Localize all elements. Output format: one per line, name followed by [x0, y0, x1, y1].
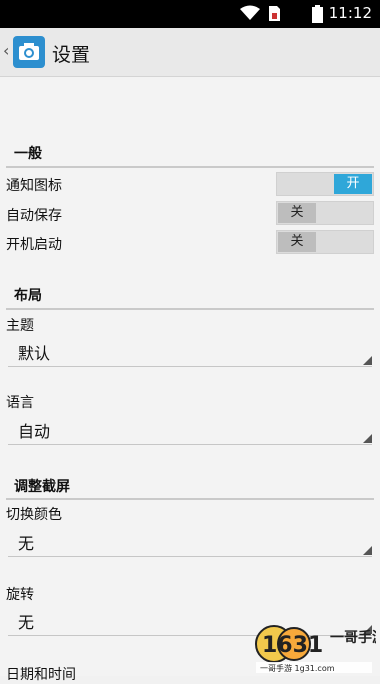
auto-save-toggle[interactable]: 关	[276, 201, 374, 225]
language-value: 自动	[18, 422, 51, 441]
section-divider	[6, 166, 374, 168]
launch-on-boot-toggle[interactable]: 关	[276, 230, 374, 254]
battery-icon	[312, 5, 323, 23]
date-time-label: 日期和时间	[6, 667, 76, 683]
switch-color-value: 无	[18, 534, 35, 553]
watermark-brand: 一哥手游	[330, 629, 376, 646]
status-time: 11:12	[328, 4, 372, 22]
switch-color-spinner[interactable]: 无	[8, 526, 372, 557]
sim-card-icon	[269, 6, 280, 21]
notification-icon-label: 通知图标	[6, 178, 62, 194]
toggle-thumb: 关	[278, 232, 316, 252]
toggle-thumb: 开	[334, 174, 372, 194]
rotate-label: 旋转	[6, 587, 34, 603]
page-title: 设置	[52, 44, 91, 66]
dropdown-caret-icon	[363, 356, 372, 365]
section-divider	[6, 308, 374, 310]
theme-spinner[interactable]: 默认	[8, 336, 372, 367]
watermark-logo: 1631 一哥手游 一哥手游 1g31.com	[255, 625, 376, 673]
watermark-logo-digits: 1631	[262, 633, 323, 658]
toggle-thumb: 关	[278, 203, 316, 223]
switch-color-label: 切换颜色	[6, 507, 62, 523]
back-chevron-icon[interactable]: ‹	[3, 41, 9, 60]
language-label: 语言	[6, 395, 34, 411]
section-layout-title: 布局	[14, 288, 42, 304]
dropdown-caret-icon	[363, 546, 372, 555]
rotate-value: 无	[18, 613, 35, 632]
section-screenshot-title: 调整截屏	[14, 479, 70, 495]
wifi-icon	[240, 5, 260, 20]
settings-list: 一般 通知图标 开 自动保存 关 开机启动 关 布局 主题 默认 语言 自动 调…	[0, 77, 380, 683]
watermark-url: 一哥手游 1g31.com	[260, 663, 335, 673]
auto-save-label: 自动保存	[6, 208, 62, 224]
notification-icon-toggle[interactable]: 开	[276, 172, 374, 196]
action-bar: ‹ 设置	[0, 28, 380, 77]
theme-label: 主题	[6, 318, 34, 334]
dropdown-caret-icon	[363, 434, 372, 443]
section-divider	[6, 498, 374, 500]
theme-value: 默认	[18, 344, 51, 363]
section-general-title: 一般	[14, 146, 42, 162]
camera-app-icon[interactable]	[13, 36, 45, 68]
language-spinner[interactable]: 自动	[8, 414, 372, 445]
status-bar: 11:12	[0, 0, 380, 28]
launch-on-boot-label: 开机启动	[6, 237, 62, 253]
